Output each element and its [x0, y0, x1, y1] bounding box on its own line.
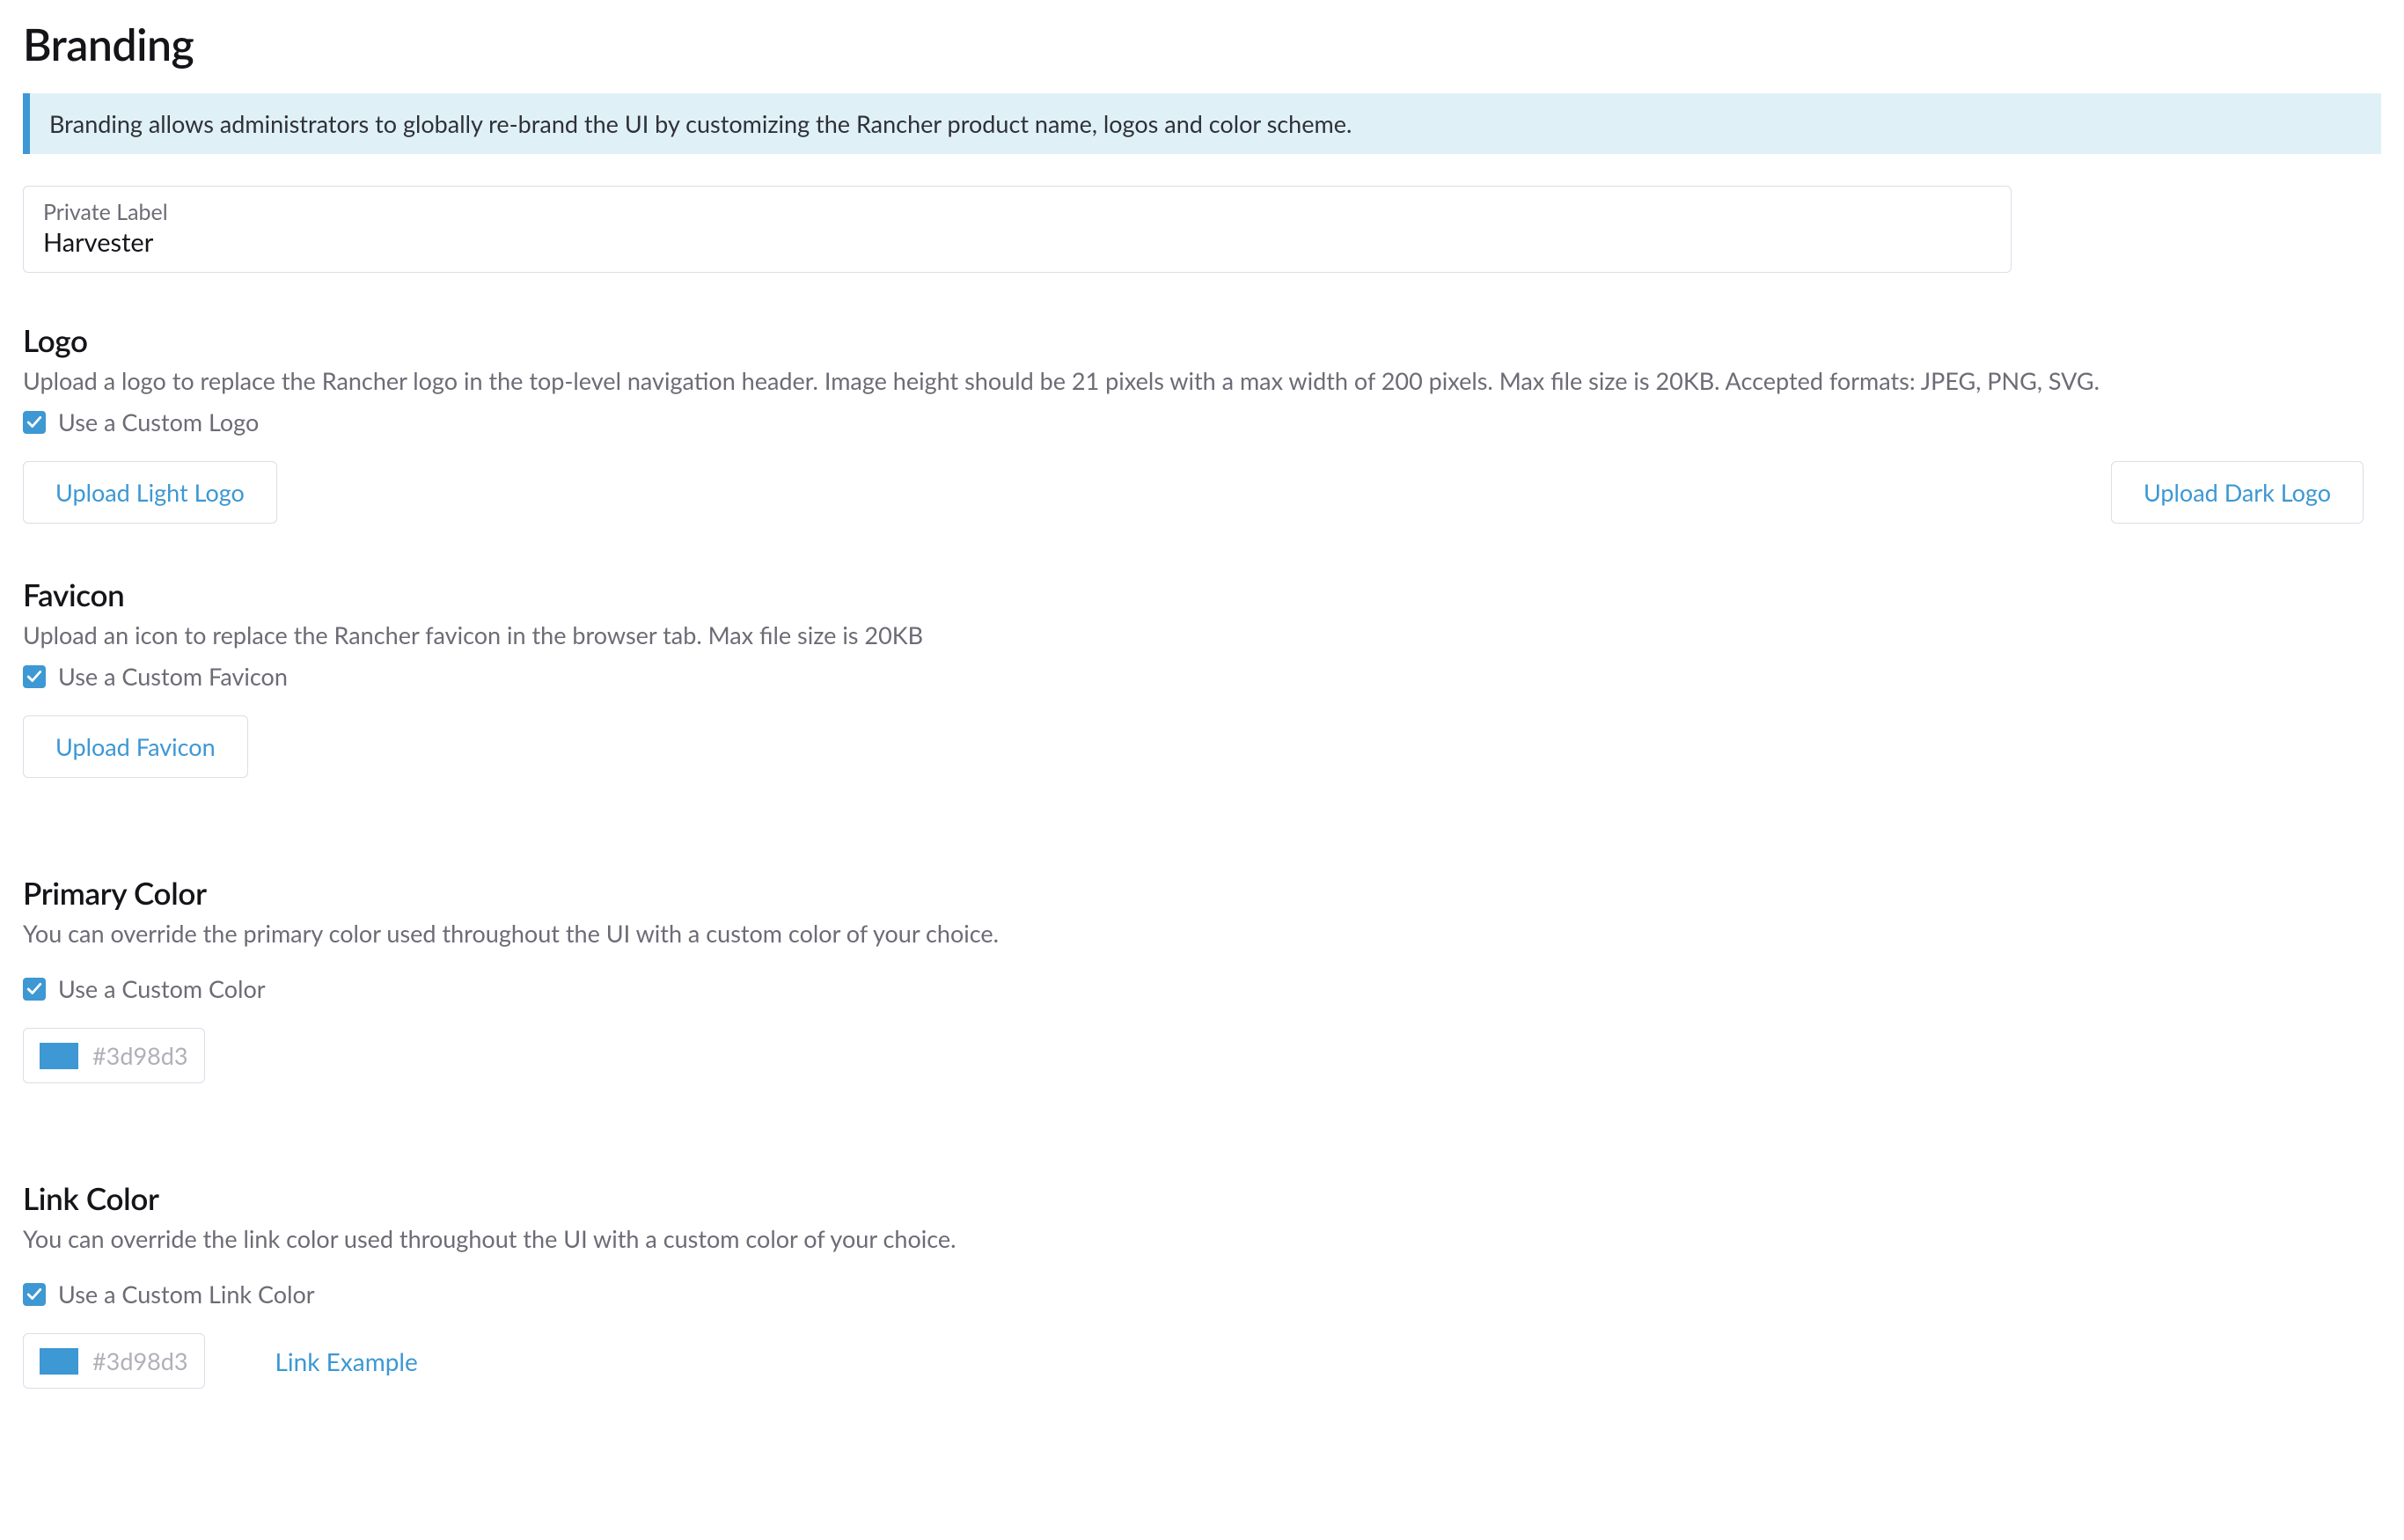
link-color-section-desc: You can override the link color used thr… — [23, 1224, 2381, 1253]
primary-color-hex: #3d98d3 — [92, 1041, 188, 1070]
favicon-checkbox-row[interactable]: Use a Custom Favicon — [23, 662, 2381, 691]
logo-section-title: Logo — [23, 322, 2381, 359]
logo-checkbox-row[interactable]: Use a Custom Logo — [23, 407, 2381, 436]
primary-color-picker[interactable]: #3d98d3 — [23, 1028, 205, 1083]
upload-dark-logo-button[interactable]: Upload Dark Logo — [2111, 461, 2364, 524]
private-label-label: Private Label — [43, 199, 1991, 225]
info-banner: Branding allows administrators to global… — [23, 93, 2381, 154]
link-color-picker[interactable]: #3d98d3 — [23, 1333, 205, 1389]
favicon-section-title: Favicon — [23, 576, 2381, 613]
color-swatch-icon — [40, 1043, 78, 1069]
favicon-checkbox-label: Use a Custom Favicon — [58, 662, 288, 691]
link-color-checkbox-label: Use a Custom Link Color — [58, 1280, 315, 1309]
checkbox-checked-icon — [23, 665, 46, 688]
primary-color-section-desc: You can override the primary color used … — [23, 919, 2381, 948]
link-color-checkbox-row[interactable]: Use a Custom Link Color — [23, 1280, 2381, 1309]
logo-section-desc: Upload a logo to replace the Rancher log… — [23, 366, 2381, 395]
logo-checkbox-label: Use a Custom Logo — [58, 407, 259, 436]
page-title: Branding — [23, 18, 2381, 70]
primary-color-section-title: Primary Color — [23, 875, 2381, 912]
upload-favicon-button[interactable]: Upload Favicon — [23, 715, 248, 778]
private-label-field[interactable]: Private Label Harvester — [23, 186, 2012, 273]
primary-color-checkbox-row[interactable]: Use a Custom Color — [23, 974, 2381, 1003]
private-label-value: Harvester — [43, 227, 1991, 258]
upload-light-logo-button[interactable]: Upload Light Logo — [23, 461, 277, 524]
checkbox-checked-icon — [23, 411, 46, 434]
favicon-section-desc: Upload an icon to replace the Rancher fa… — [23, 620, 2381, 649]
link-example[interactable]: Link Example — [275, 1346, 418, 1376]
link-color-hex: #3d98d3 — [92, 1346, 188, 1375]
primary-color-checkbox-label: Use a Custom Color — [58, 974, 266, 1003]
color-swatch-icon — [40, 1348, 78, 1375]
checkbox-checked-icon — [23, 1283, 46, 1306]
checkbox-checked-icon — [23, 978, 46, 1001]
link-color-section-title: Link Color — [23, 1180, 2381, 1217]
